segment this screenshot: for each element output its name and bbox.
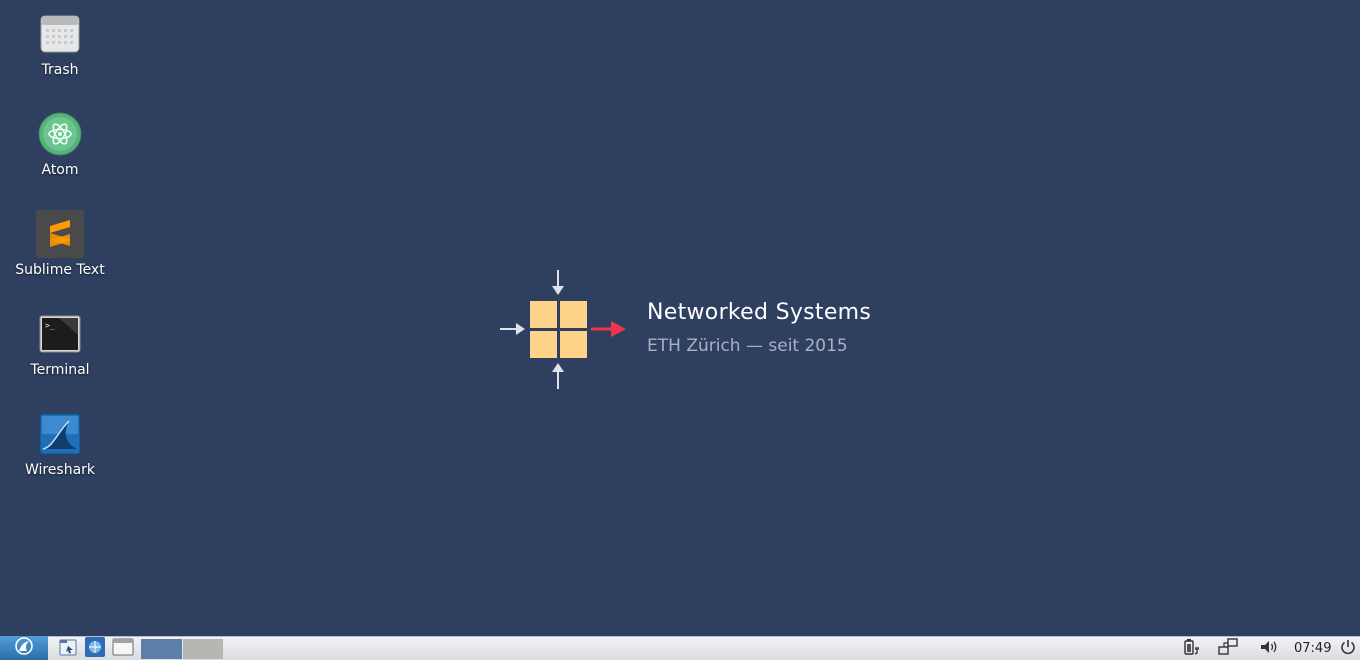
volume-icon xyxy=(1258,637,1280,660)
desktop-icon-wireshark[interactable]: Wireshark xyxy=(0,410,120,500)
brand-logo: Networked Systems ETH Zürich — seit 2015 xyxy=(497,266,877,396)
power-button[interactable] xyxy=(1337,638,1359,660)
terminal-icon: >_ xyxy=(36,310,84,358)
desktop-icon-label: Wireshark xyxy=(24,462,96,478)
sublime-text-icon xyxy=(36,210,84,258)
networked-systems-logo-icon xyxy=(500,270,626,389)
desktop-icon-label: Terminal xyxy=(30,362,90,378)
start-menu-button[interactable] xyxy=(0,636,48,660)
network-connections-icon xyxy=(1217,637,1239,660)
file-manager-button[interactable] xyxy=(56,638,80,660)
svg-text:>_: >_ xyxy=(45,321,55,330)
desktop-icon-atom[interactable]: Atom xyxy=(0,110,120,200)
workspace-2[interactable] xyxy=(183,639,223,659)
desktop-icon-trash[interactable]: Trash xyxy=(0,10,120,100)
taskbar: 07:49 xyxy=(0,636,1360,660)
atom-icon xyxy=(36,110,84,158)
volume-button[interactable] xyxy=(1257,638,1281,660)
desktop-icon-label: Sublime Text xyxy=(15,262,105,278)
network-connections-button[interactable] xyxy=(1216,638,1240,660)
desktop-icon-terminal[interactable]: >_ Terminal xyxy=(0,310,120,400)
battery-plug-icon xyxy=(1182,637,1202,660)
network-button[interactable] xyxy=(83,636,107,660)
brand-title: Networked Systems xyxy=(647,300,872,325)
battery-plug-button[interactable] xyxy=(1180,638,1204,660)
brand-subtitle: ETH Zürich — seit 2015 xyxy=(647,336,848,356)
window-icon xyxy=(112,637,134,660)
desktop-icon-sublime-text[interactable]: Sublime Text xyxy=(0,210,120,300)
file-manager-icon xyxy=(58,637,78,660)
power-icon xyxy=(1339,638,1357,660)
desktop-icon-label: Atom xyxy=(41,162,79,178)
wireshark-icon xyxy=(36,410,84,458)
start-menu-icon xyxy=(13,636,35,660)
clock[interactable]: 07:49 xyxy=(1294,641,1331,656)
window-button[interactable] xyxy=(111,638,135,660)
workspace-1[interactable] xyxy=(141,639,182,659)
desktop-icon-label: Trash xyxy=(41,62,79,78)
trash-icon xyxy=(36,10,84,58)
network-icon xyxy=(84,636,106,660)
